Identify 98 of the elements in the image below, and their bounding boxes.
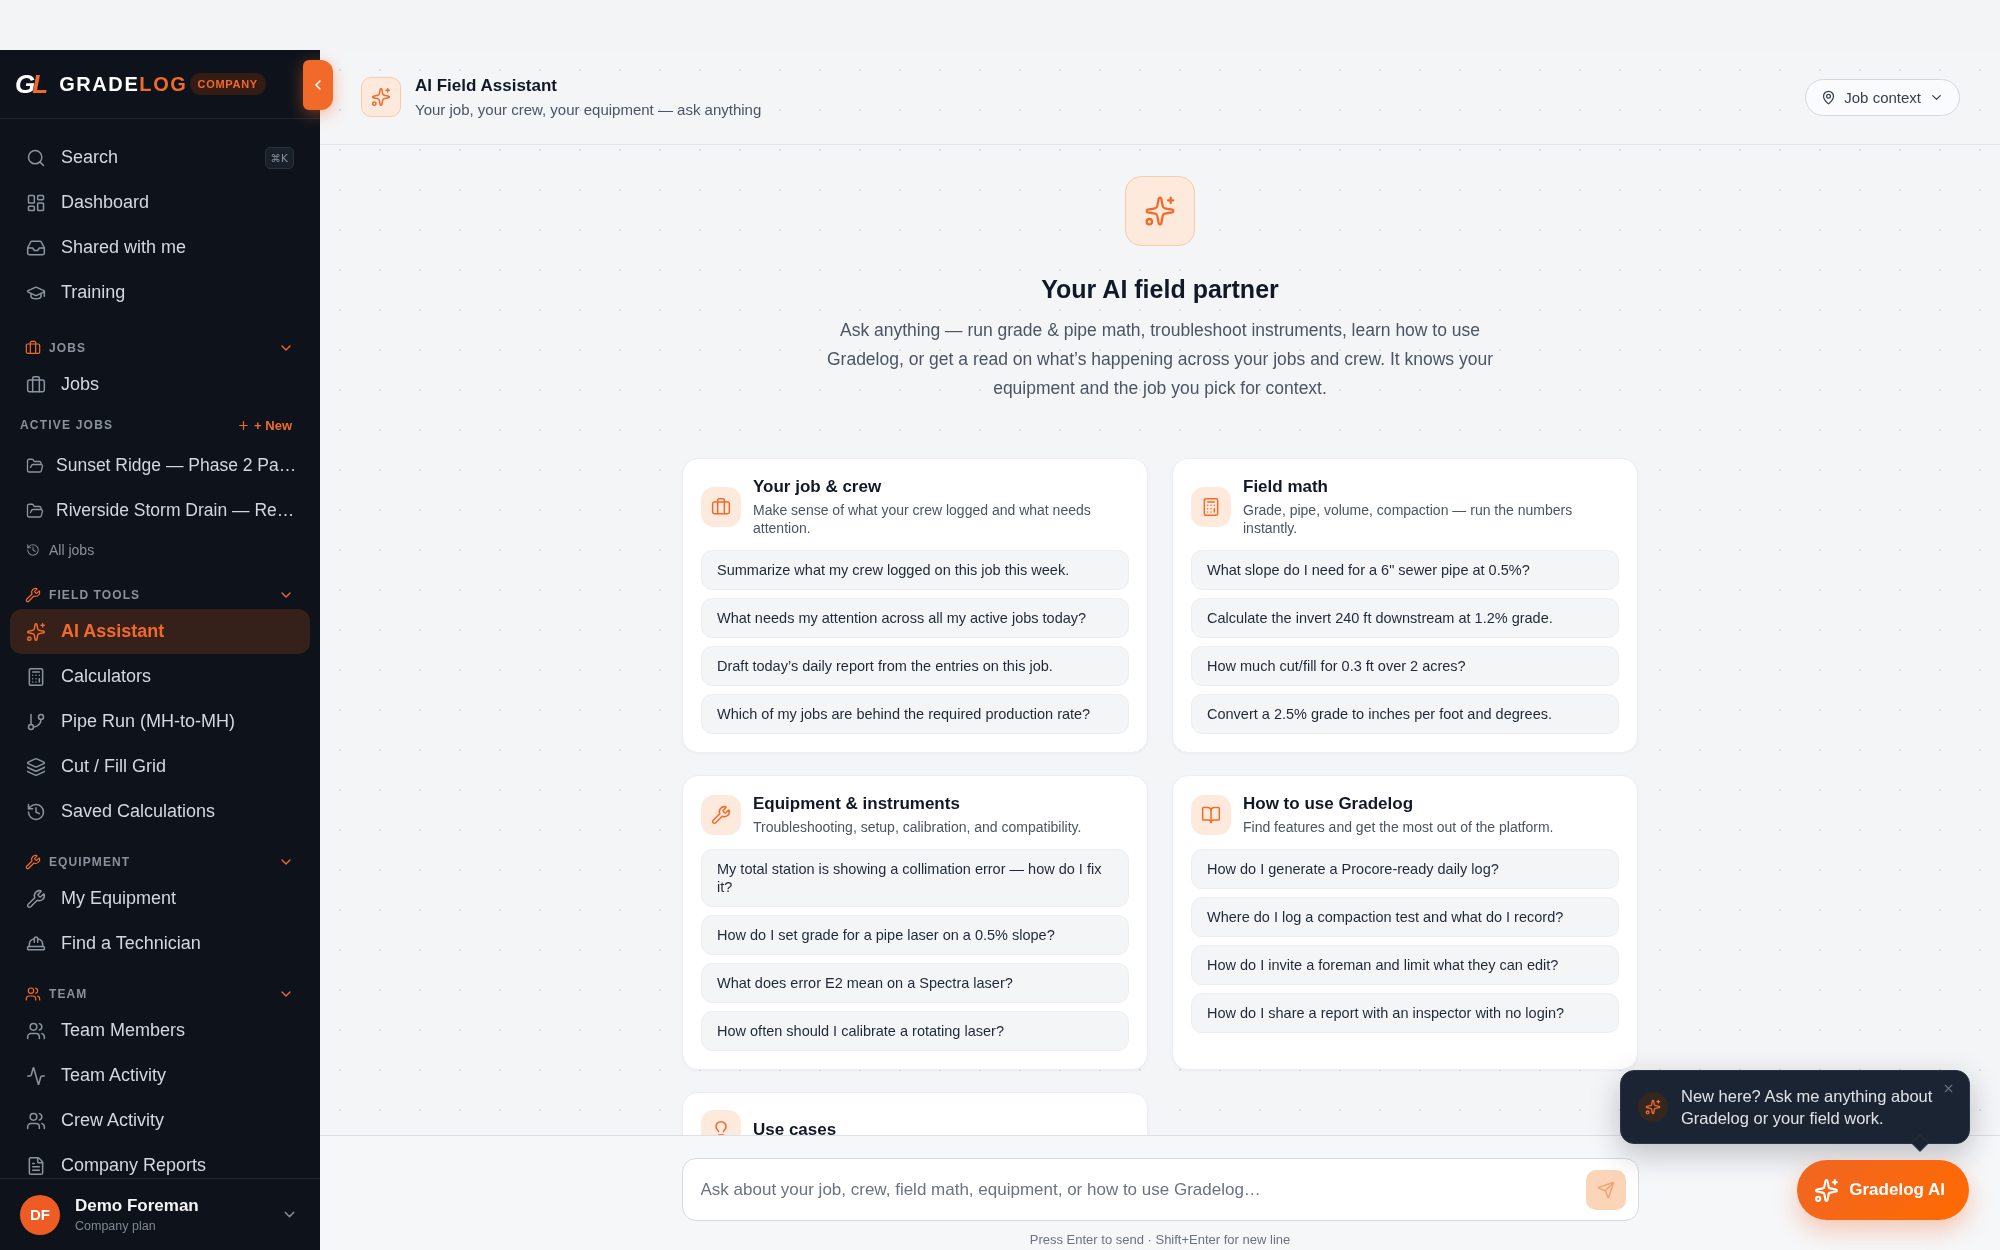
input-hint: Press Enter to send · Shift+Enter for new line xyxy=(1029,1232,1291,1247)
prompt-suggestion[interactable]: How do I generate a Procore-ready daily log? xyxy=(1191,849,1619,889)
section-header[interactable]: FIELD TOOLS xyxy=(10,581,310,609)
prompt-suggestion[interactable]: What needs my attention across all my active jobs today? xyxy=(701,598,1129,638)
all-jobs-link[interactable]: All jobs xyxy=(10,533,111,567)
calculator-icon xyxy=(1191,486,1231,527)
user-plan: Company plan xyxy=(75,1219,157,1233)
layers-icon xyxy=(26,756,46,777)
sparkle-icon xyxy=(1125,176,1195,246)
card-description: Troubleshooting, setup, calibration, and compatibility. xyxy=(753,818,1082,836)
new-job-link[interactable]: + New xyxy=(237,417,292,433)
logo-mark: GL xyxy=(15,71,47,97)
section-header[interactable]: EQUIPMENT xyxy=(10,848,310,876)
job-context-button[interactable]: Job context xyxy=(1805,78,1960,116)
users-icon xyxy=(25,986,41,1002)
pulse-icon xyxy=(26,1065,46,1086)
history-icon xyxy=(26,543,40,557)
history-icon xyxy=(26,801,46,822)
nav-item[interactable]: Company Reports xyxy=(10,1143,310,1178)
wrench-icon xyxy=(25,854,41,870)
sparkle-icon xyxy=(1814,1177,1840,1203)
user-name: Demo Foreman xyxy=(75,1196,200,1216)
prompt-suggestion[interactable]: Calculate the invert 240 ft downstream at 1.2% grade. xyxy=(1191,598,1619,638)
job-item[interactable]: Sunset Ridge — Phase 2 Pa… xyxy=(10,443,310,488)
calculator-icon xyxy=(26,666,46,687)
tier-label: COMPANY xyxy=(189,73,266,95)
wrench-icon xyxy=(701,794,741,835)
collapse-sidebar-button[interactable] xyxy=(303,60,333,110)
prompt-suggestion[interactable]: Summarize what my crew logged on this job this week. xyxy=(701,550,1129,590)
briefcase-icon xyxy=(26,374,46,395)
prompt-suggestion[interactable]: How do I invite a foreman and limit what they can edit? xyxy=(1191,945,1619,985)
tooltip-message: New here? Ask me anything about Gradelog or your field work. xyxy=(1681,1086,1934,1129)
keyboard-shortcut: ⌘K xyxy=(264,146,294,169)
folder-icon xyxy=(26,501,44,520)
section-header[interactable]: TEAM xyxy=(10,980,310,1008)
users-icon xyxy=(26,1020,46,1041)
prompt-suggestion[interactable]: Draft today’s daily report from the entries on this job. xyxy=(701,646,1129,686)
prompt-suggestion[interactable]: My total station is showing a collimation error — how do I fix it? xyxy=(701,849,1129,907)
folder-icon xyxy=(26,456,44,475)
page-subtitle: Your job, your crew, your equipment — ask anything xyxy=(415,101,762,118)
nav-item[interactable]: Shared with me xyxy=(10,225,310,270)
send-icon xyxy=(1596,1180,1615,1199)
message-input[interactable]: Ask about your job, crew, field math, equipment, or how to use Gradelog… xyxy=(681,1158,1639,1221)
nav-item[interactable]: Team Members xyxy=(10,1008,310,1053)
prompt-suggestion[interactable]: What slope do I need for a 6" sewer pipe at 0.5%? xyxy=(1191,550,1619,590)
prompt-suggestion[interactable]: Where do I log a compaction test and what do I record? xyxy=(1191,897,1619,937)
card-description: Find features and get the most out of the platform. xyxy=(1243,818,1554,836)
job-item[interactable]: Riverside Storm Drain — Re… xyxy=(10,488,310,533)
sparkle-icon xyxy=(26,621,46,642)
wrench-icon xyxy=(26,888,46,909)
nav-item[interactable]: Find a Technician xyxy=(10,921,310,966)
section-header[interactable]: JOBS xyxy=(10,334,310,362)
nav-item[interactable]: My Equipment xyxy=(10,876,310,921)
book-icon xyxy=(1191,794,1231,835)
card-title: Your job & crew xyxy=(753,476,883,498)
prompt-suggestion[interactable]: How do I share a report with an inspector with no login? xyxy=(1191,993,1619,1033)
card-title: Equipment & instruments xyxy=(753,793,961,815)
hero-title: Your AI field partner xyxy=(1041,274,1279,305)
nav-item[interactable]: Jobs xyxy=(10,362,310,407)
users-icon xyxy=(26,1110,46,1131)
nav-item[interactable]: Search ⌘K xyxy=(10,135,310,180)
briefcase-icon xyxy=(25,340,41,356)
nav-item[interactable]: Team Activity xyxy=(10,1053,310,1098)
wrench-icon xyxy=(25,587,41,603)
nav-item[interactable]: Pipe Run (MH-to-MH) xyxy=(10,699,310,744)
plus-icon xyxy=(237,418,251,432)
nav-item[interactable]: Saved Calculations xyxy=(10,789,310,834)
prompt-suggestion[interactable]: How often should I calibrate a rotating laser? xyxy=(701,1011,1129,1051)
nav-item[interactable]: Crew Activity xyxy=(10,1098,310,1143)
hero-description: Ask anything — run grade & pipe math, troubleshoot instruments, learn how to use Gradelog, or get a read on what’s happening across your jobs and crew. It knows your equipment and the job you pick for context. xyxy=(825,319,1494,400)
card-title: How to use Gradelog xyxy=(1243,793,1415,815)
dashboard-icon xyxy=(26,192,46,213)
card-description: Grade, pipe, volume, compaction — run the numbers instantly. xyxy=(1243,501,1574,537)
logo-wordmark: GRADELOG xyxy=(59,74,188,94)
prompt-suggestion[interactable]: How do I set grade for a pipe laser on a 0.5% slope? xyxy=(701,915,1129,955)
nav-item[interactable]: AI Assistant xyxy=(10,609,310,654)
card-description: Make sense of what your crew logged and what needs attention. xyxy=(753,501,1092,537)
search-icon xyxy=(26,147,46,168)
card-title: Use cases xyxy=(753,1119,837,1135)
branch-icon xyxy=(26,711,46,732)
prompt-suggestion[interactable]: Convert a 2.5% grade to inches per foot and degrees. xyxy=(1191,694,1619,734)
briefcase-icon xyxy=(701,486,741,527)
sparkle-icon xyxy=(1638,1092,1668,1122)
nav-item[interactable]: Calculators xyxy=(10,654,310,699)
document-icon xyxy=(26,1155,46,1176)
nav-item[interactable]: Training xyxy=(10,270,310,315)
prompt-suggestion[interactable]: How much cut/fill for 0.3 ft over 2 acres? xyxy=(1191,646,1619,686)
group-label: ACTIVE JOBS xyxy=(20,418,114,432)
map-pin-icon xyxy=(1821,89,1837,105)
prompt-suggestion[interactable]: Which of my jobs are behind the required production rate? xyxy=(701,694,1129,734)
nav-item[interactable]: Dashboard xyxy=(10,180,310,225)
prompt-suggestion[interactable]: What does error E2 mean on a Spectra laser? xyxy=(701,963,1129,1003)
close-icon[interactable] xyxy=(1942,1082,1955,1095)
user-avatar: DF xyxy=(20,1194,60,1235)
card-title: Field math xyxy=(1243,476,1329,498)
page-title: AI Field Assistant xyxy=(415,76,558,96)
nav-item[interactable]: Cut / Fill Grid xyxy=(10,744,310,789)
sparkle-icon xyxy=(361,77,401,117)
